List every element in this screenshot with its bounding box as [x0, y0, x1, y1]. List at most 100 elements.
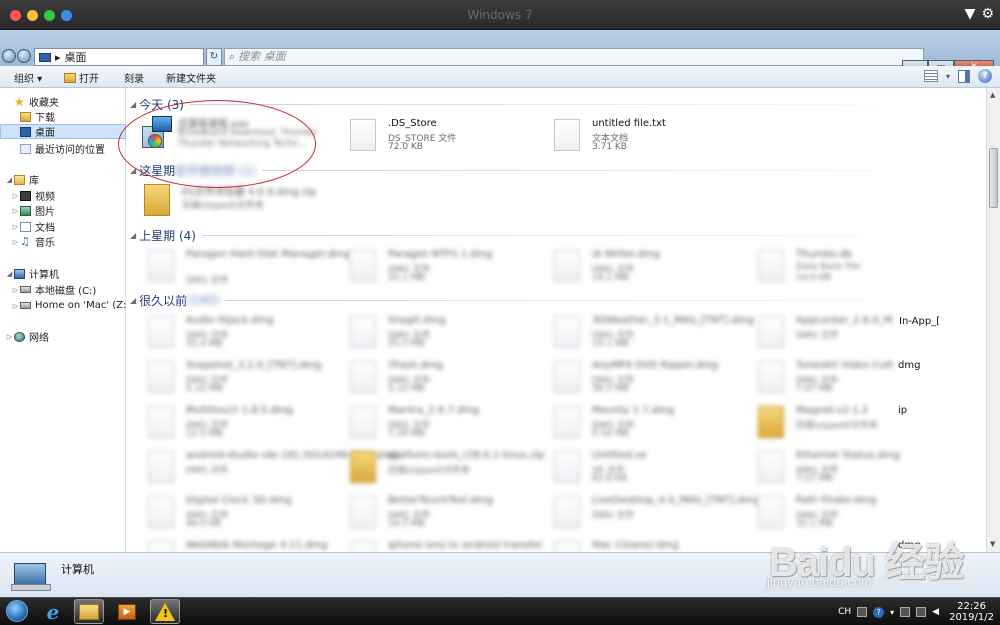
- file-item[interactable]: Audio Hijack.dmg DMG 文件 20.4 MB: [148, 314, 348, 354]
- collapse-icon[interactable]: ◢: [130, 296, 136, 305]
- group-divider: [262, 169, 980, 171]
- back-button[interactable]: [2, 49, 16, 63]
- file-item[interactable]: platform-tools_r28.0.1-linux.zip 压缩(zipp…: [350, 449, 550, 489]
- language-indicator[interactable]: CH: [838, 607, 851, 617]
- collapse-icon[interactable]: ◢: [6, 176, 13, 184]
- scroll-down-icon[interactable]: ▼: [990, 540, 995, 548]
- help-icon[interactable]: ?: [978, 69, 992, 83]
- sidebar-item-local-disk[interactable]: ▷ 本地磁盘 (C:): [0, 282, 126, 298]
- sidebar-item-pictures[interactable]: ▷ 图片: [0, 203, 126, 218]
- taskbar-media-player[interactable]: ▶: [112, 599, 142, 624]
- organize-menu[interactable]: 组织 ▾: [14, 70, 42, 85]
- expand-icon[interactable]: ▷: [12, 238, 19, 246]
- file-item[interactable]: Digital Clock 3D.dmg DMG 文件 48.0 KB: [148, 494, 348, 534]
- burn-button[interactable]: 刻录: [124, 70, 144, 85]
- file-item[interactable]: Mac Cleaner.dmg: [554, 539, 754, 552]
- sidebar-item-computer[interactable]: ◢ 计算机: [0, 266, 126, 281]
- file-item-thunder[interactable]: 迅雷极速版.exe Broadband Download, Thunder Th…: [140, 114, 340, 154]
- file-item[interactable]: Mounty 1.7.dmg DMG 文件 6.54 MB: [554, 404, 754, 444]
- refresh-button[interactable]: ↻: [206, 48, 222, 66]
- collapse-icon[interactable]: ◢: [130, 100, 136, 109]
- collapse-icon[interactable]: ◢: [130, 166, 136, 175]
- file-item[interactable]: iA Writer.dmg DMG 文件 18.1 MB: [554, 248, 754, 288]
- sidebar-item-network[interactable]: ▷ 网络: [0, 329, 126, 344]
- chevron-down-icon[interactable]: ▼: [965, 6, 976, 22]
- file-item[interactable]: Thumbs.db Data Base File 14.0 KB: [758, 248, 958, 288]
- file-name: iA Writer.dmg: [592, 249, 661, 260]
- expand-icon[interactable]: ▷: [12, 223, 19, 231]
- taskbar-explorer[interactable]: [74, 599, 104, 624]
- taskbar-warning-app[interactable]: !: [150, 599, 180, 624]
- file-item[interactable]: Snagit.dmg DMG 文件 55.5 MB: [350, 314, 550, 354]
- help-icon[interactable]: ?: [873, 606, 885, 618]
- file-item[interactable]: AppLocker_2.6.0_MAS_ DMG 文件: [758, 314, 893, 354]
- gear-icon[interactable]: ⚙: [981, 6, 994, 22]
- device-icon[interactable]: [900, 607, 911, 617]
- file-item-zip[interactable]: ES文件浏览器 4.0.9.dmg.zip 压缩(zipped)文件夹: [144, 182, 344, 222]
- scroll-up-icon[interactable]: ▲: [990, 91, 995, 99]
- sidebar-item-desktop[interactable]: 桌面: [0, 124, 126, 139]
- expand-icon[interactable]: ▷: [12, 207, 19, 215]
- sidebar-item-favorites[interactable]: ★ 收藏夹: [0, 94, 126, 110]
- mac-right-controls: ▼ ⚙: [965, 6, 994, 22]
- view-options-icon[interactable]: [923, 70, 938, 82]
- volume-icon[interactable]: ◀: [932, 607, 939, 617]
- file-item[interactable]: Ethernet Status.dmg DMG 文件 7.07 MB: [758, 449, 958, 489]
- file-item[interactable]: Iphone sms to android transfer: [350, 539, 550, 552]
- sidebar-item-libraries[interactable]: ◢ 库: [0, 172, 126, 187]
- sidebar-item-music[interactable]: ▷ ♫ 音乐: [0, 234, 126, 250]
- open-button[interactable]: 打开: [64, 70, 99, 85]
- vertical-scrollbar[interactable]: ▲ ▼: [986, 88, 1000, 552]
- file-item[interactable]: WebWeb Montage 4.11.dmg: [148, 539, 348, 552]
- file-item[interactable]: Path Finder.dmg DMG 文件 32.1 MB: [758, 494, 958, 534]
- search-input[interactable]: ⌕ 搜索 桌面: [224, 48, 924, 66]
- file-item-ds-store[interactable]: .DS_Store DS_STORE 文件 72.0 KB: [350, 117, 550, 157]
- clock[interactable]: 22:26 2019/1/2: [949, 601, 994, 623]
- group-header-this-week[interactable]: ◢ 这星期 前早期视频 (1): [130, 162, 980, 178]
- start-button[interactable]: [6, 600, 28, 622]
- sidebar-item-documents[interactable]: ▷ 文档: [0, 219, 126, 234]
- file-item[interactable]: TunesKit Video Cutter DMG 文件 7.07 MB: [758, 359, 893, 399]
- group-header-last-week[interactable]: ◢ 上星期 (4): [130, 227, 980, 243]
- file-item-untitled-txt[interactable]: untitled file.txt 文本文档 3.71 KB: [554, 117, 754, 157]
- view-dropdown-icon[interactable]: ▾: [946, 72, 950, 81]
- tray-expand-icon[interactable]: ▾: [890, 608, 894, 617]
- file-item[interactable]: android-studio-ide-181.5014246-mac.dmg D…: [148, 449, 398, 489]
- scroll-thumb[interactable]: [989, 148, 998, 208]
- sidebar-item-videos[interactable]: ▷ 视频: [0, 188, 126, 203]
- file-item[interactable]: Mantra_2.6.7.dmg DMG 文件 7.28 MB: [350, 404, 550, 444]
- forward-button[interactable]: [17, 49, 31, 63]
- file-item[interactable]: Magnet-v2.1.2 压缩(zipped)文件夹: [758, 404, 893, 444]
- file-icon: [554, 451, 580, 483]
- file-item[interactable]: BetterTouchTool.dmg DMG 文件 16.5 MB: [350, 494, 550, 534]
- file-item[interactable]: Paragon NTFS 1.dmg DMG 文件 20.1 MB: [350, 248, 550, 288]
- group-header-today[interactable]: ◢ 今天 (3): [130, 96, 980, 112]
- network-tray-icon[interactable]: [916, 607, 927, 617]
- new-folder-button[interactable]: 新建文件夹: [166, 70, 216, 85]
- file-item[interactable]: Multitouch 1.8.5.dmg DMG 文件 12.0 MB: [148, 404, 348, 444]
- file-item[interactable]: LiveDesktop_4.0_MAS_[TNT].dmg DMG 文件: [554, 494, 760, 534]
- file-item[interactable]: iTrash.dmg DMG 文件 5.10 MB: [350, 359, 550, 399]
- expand-icon[interactable]: ▷: [12, 192, 19, 200]
- group-header-long-ago[interactable]: ◢ 很久以前 (140): [130, 292, 980, 308]
- collapse-icon[interactable]: ◢: [6, 270, 13, 278]
- file-item[interactable]: Paragon Hard Disk Manager.dmg DMG 文件: [148, 248, 350, 288]
- file-item[interactable]: Snapshot_3.2.0_[TNT].dmg DMG 文件 5.10 MB: [148, 359, 348, 399]
- expand-icon[interactable]: ▷: [12, 286, 19, 294]
- group-title: 这星期: [139, 163, 176, 178]
- collapse-icon[interactable]: ◢: [130, 231, 136, 240]
- taskbar-ie[interactable]: e: [38, 599, 68, 624]
- file-item[interactable]: 3DWeather_3.1_MAS_[TNT].dmg DMG 文件 19.1 …: [554, 314, 754, 354]
- keyboard-icon[interactable]: [857, 607, 868, 617]
- file-type: DMG 文件: [186, 466, 229, 476]
- sidebar-item-recent[interactable]: 最近访问的位置: [0, 141, 126, 156]
- address-bar[interactable]: ▸ 桌面: [34, 48, 204, 66]
- expand-icon[interactable]: ▷: [6, 333, 13, 341]
- preview-pane-icon[interactable]: [958, 69, 970, 83]
- file-item[interactable]: Untitled.ve VE 文件 62.6 KB: [554, 449, 754, 489]
- file-name: Mounty 1.7.dmg: [592, 405, 674, 416]
- expand-icon[interactable]: ▷: [12, 302, 19, 310]
- sidebar-item-home-mac[interactable]: ▷ Home on 'Mac' (Z:): [0, 298, 131, 313]
- file-item[interactable]: AnyMP4 DVD Ripper.dmg DMG 文件 36.5 MB: [554, 359, 754, 399]
- sidebar-item-downloads[interactable]: 下载: [0, 109, 126, 124]
